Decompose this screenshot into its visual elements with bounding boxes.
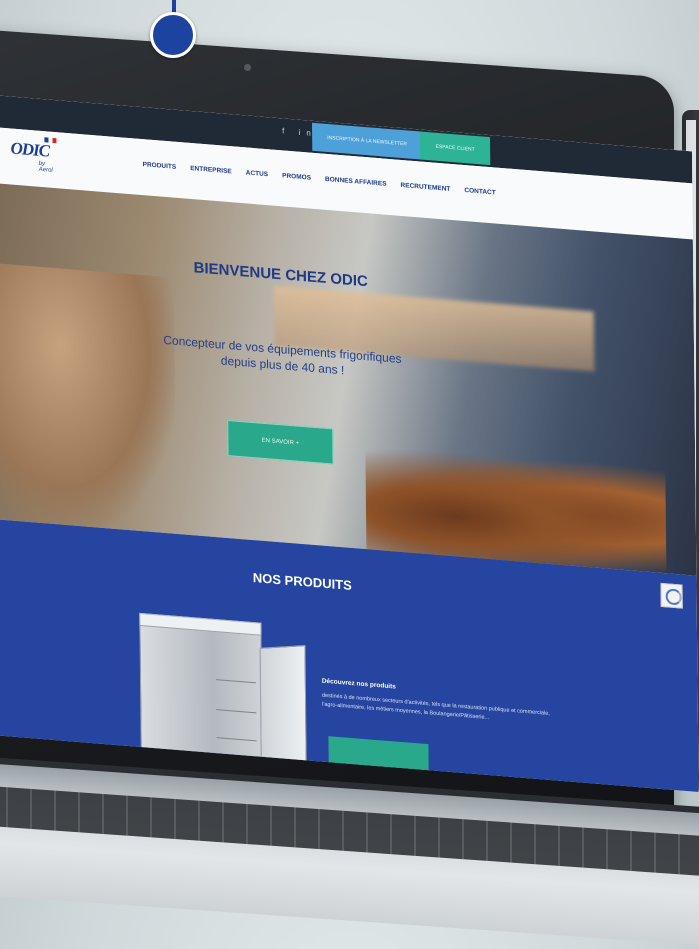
chef-photo	[0, 262, 177, 538]
flag-icon	[44, 137, 57, 144]
en-savoir-plus-button[interactable]: EN SAVOIR +	[227, 419, 334, 465]
recaptcha-badge[interactable]	[660, 582, 683, 609]
nav-item-actus[interactable]: ACTUS	[246, 169, 268, 178]
products-desc-title: Découvrez nos produits	[321, 677, 396, 691]
refrigerator-image	[139, 612, 307, 768]
odic-logo[interactable]: ODIC by Aerol	[10, 137, 57, 174]
nav-menu: PRODUITS ENTREPRISE ACTUS PROMOS BONNES …	[143, 161, 496, 196]
espace-client-button[interactable]: Espace client	[419, 131, 491, 166]
laptop-screen: f in Inscription à la newsletter Espace …	[0, 95, 699, 792]
nav-item-entreprise[interactable]: ENTREPRISE	[190, 165, 232, 175]
nav-item-bonnes-affaires[interactable]: BONNES AFFAIRES	[325, 176, 387, 188]
nav-item-recrutement[interactable]: RECRUTEMENT	[400, 182, 450, 193]
products-desc-text: destinés à de nombreux secteurs d'activi…	[321, 692, 550, 721]
section-title: NOS PRODUITS	[252, 570, 352, 594]
recaptcha-icon	[665, 588, 682, 606]
nav-item-produits[interactable]: PRODUITS	[143, 161, 177, 171]
location-pin-icon	[150, 12, 196, 58]
hero-banner: BIENVENUE CHEZ ODIC Concepteur de vos éq…	[0, 183, 697, 578]
webcam	[244, 64, 251, 71]
nav-item-promos[interactable]: PROMOS	[282, 172, 311, 181]
nav-item-contact[interactable]: CONTACT	[464, 187, 495, 197]
